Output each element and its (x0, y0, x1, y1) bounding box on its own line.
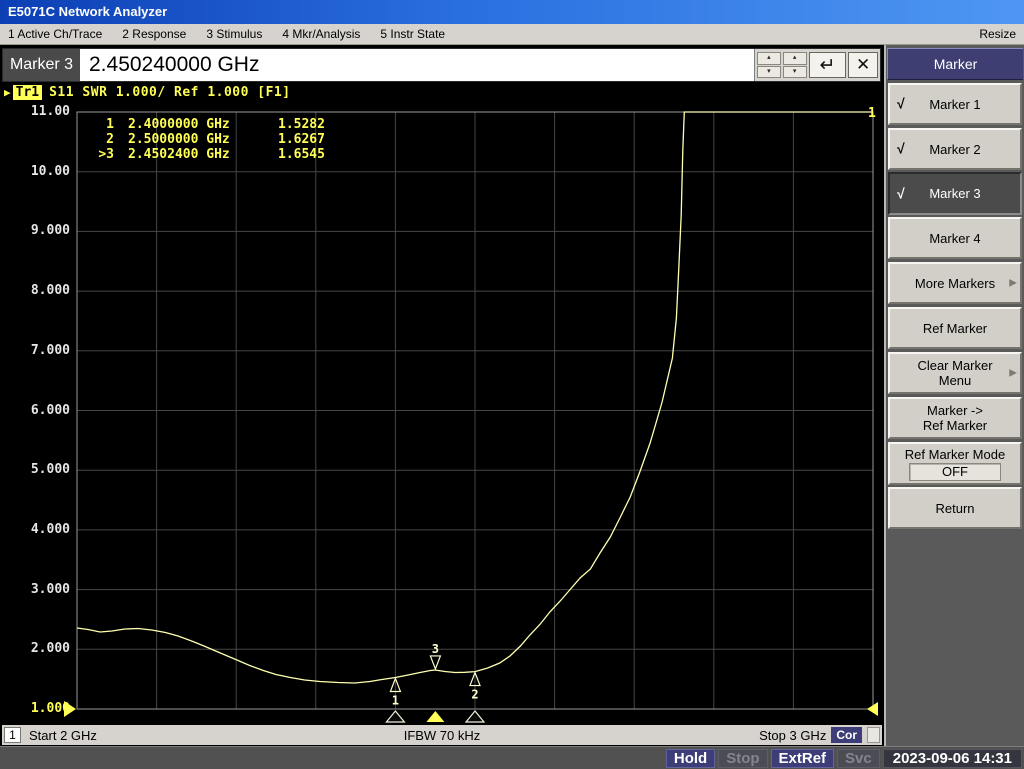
trace-status-line: ▶ Tr1 S11 SWR 1.000/ Ref 1.000 [F1] (4, 84, 291, 100)
reference-status-extref: ExtRef (770, 748, 835, 768)
softkey-menu-title: Marker (887, 48, 1023, 80)
marker-entry-bar: Marker 3 2.450240000 GHz ▴ ▾ ▴ ▾ ↵ ✕ (2, 48, 881, 82)
marker-row-frequency: 2.4000000 GHz (128, 117, 230, 132)
ifbw-label: IFBW 70 kHz (403, 727, 481, 743)
ref-level-arrow-left-icon (64, 701, 76, 717)
checkmark-icon: √ (897, 95, 905, 112)
active-trace-arrow-icon: ▶ (4, 85, 11, 99)
marker-symbol[interactable] (429, 655, 442, 671)
marker-stimulus-icon[interactable] (385, 710, 406, 723)
marker-number-label: 3 (432, 642, 439, 656)
menu-active-ch-trace[interactable]: 1 Active Ch/Trace (8, 27, 102, 41)
instrument-screen: Marker 3 2.450240000 GHz ▴ ▾ ▴ ▾ ↵ ✕ ▶ T… (0, 45, 884, 746)
channel-status-bar: 1 Start 2 GHz IFBW 70 kHz Stop 3 GHz Cor (2, 725, 882, 745)
softkey-label-line1: Marker -> (927, 403, 983, 418)
marker-row-value: 1.5282 (278, 117, 325, 132)
marker-row-number: >3 (98, 147, 114, 162)
menu-bar: 1 Active Ch/Trace 2 Response 3 Stimulus … (0, 24, 1024, 45)
softkey-label: Marker 2 (929, 141, 981, 157)
marker-table-row: 1 2.4000000 GHz 1.5282 (84, 117, 325, 132)
softkey-marker-3[interactable]: √ Marker 3 (888, 172, 1022, 215)
menu-resize[interactable]: Resize (979, 27, 1016, 41)
softkey-clear-marker-menu[interactable]: Clear Marker Menu ▶ (888, 352, 1022, 394)
fine-step-down-button[interactable]: ▾ (782, 65, 807, 78)
submenu-arrow-icon: ▶ (1009, 277, 1017, 289)
softkey-label: Return (935, 500, 975, 516)
fine-step-up-button[interactable]: ▴ (782, 52, 807, 65)
enter-icon: ↵ (819, 54, 836, 76)
marker-table-row: >3 2.4502400 GHz 1.6545 (84, 147, 325, 162)
softkey-label: Marker 1 (929, 96, 981, 112)
softkey-return[interactable]: Return (888, 487, 1022, 529)
trace-format-text: S11 SWR 1.000/ Ref 1.000 [F1] (49, 84, 291, 100)
title-bar: E5071C Network Analyzer (0, 0, 1024, 24)
softkey-label-line2: Menu (938, 373, 972, 388)
marker-table-row: 2 2.5000000 GHz 1.6267 (84, 132, 325, 147)
marker-row-number: 1 (106, 117, 114, 132)
softkey-ref-marker[interactable]: Ref Marker (888, 307, 1022, 349)
softkey-marker-to-ref-marker[interactable]: Marker -> Ref Marker (888, 397, 1022, 439)
entry-field-label: Marker 3 (3, 49, 80, 81)
marker-readout-table: 1 2.4000000 GHz 1.5282 2 2.5000000 GHz 1… (84, 117, 325, 162)
softkey-label-line1: Clear Marker (917, 358, 993, 373)
marker-row-frequency: 2.4502400 GHz (128, 147, 230, 162)
menu-mkr-analysis[interactable]: 4 Mkr/Analysis (282, 27, 360, 41)
close-icon: ✕ (855, 55, 871, 74)
softkey-more-markers[interactable]: More Markers ▶ (888, 262, 1022, 304)
marker-value-input[interactable]: 2.450240000 GHz (80, 49, 754, 81)
active-marker-stimulus-icon[interactable] (426, 711, 445, 722)
softkey-label-line1: Ref Marker Mode (904, 446, 1006, 462)
swr-plot: 11 23 (64, 106, 878, 723)
softkey-ref-marker-mode[interactable]: Ref Marker Mode OFF (888, 442, 1022, 485)
entry-close-button[interactable]: ✕ (848, 52, 878, 78)
softkey-label: Marker 4 (929, 230, 981, 246)
menu-instr-state[interactable]: 5 Instr State (380, 27, 445, 41)
softkey-marker-4[interactable]: Marker 4 (888, 217, 1022, 259)
trigger-status-hold: Hold (665, 748, 716, 768)
softkey-sidebar: Marker √ Marker 1 √ Marker 2 √ Marker 3 … (886, 45, 1024, 746)
softkey-label: More Markers (914, 275, 996, 291)
softkey-marker-1[interactable]: √ Marker 1 (888, 83, 1022, 125)
coarse-step-down-button[interactable]: ▾ (757, 65, 781, 78)
coarse-stepper: ▴ ▾ (757, 52, 781, 78)
trigger-status-stop: Stop (718, 748, 768, 768)
marker-stimulus-icon[interactable] (464, 710, 486, 723)
system-status-bar: Hold Stop ExtRef Svc 2023-09-06 14:31 (0, 746, 1024, 769)
marker-row-frequency: 2.5000000 GHz (128, 132, 230, 147)
checkmark-icon: √ (897, 185, 905, 201)
softkey-label: Marker 3 (929, 186, 981, 201)
marker-row-value: 1.6267 (278, 132, 325, 147)
swr-trace (76, 111, 872, 684)
window-title: E5071C Network Analyzer (8, 4, 168, 19)
marker-row-value: 1.6545 (278, 147, 325, 162)
marker-number-label: 1 (392, 693, 399, 707)
entry-controls: ▴ ▾ ▴ ▾ ↵ ✕ (754, 49, 880, 81)
menu-stimulus[interactable]: 3 Stimulus (206, 27, 262, 41)
coarse-step-up-button[interactable]: ▴ (757, 52, 781, 65)
checkmark-icon: √ (897, 140, 905, 157)
ref-marker-mode-value: OFF (909, 462, 1001, 481)
softkey-label: Ref Marker (922, 320, 988, 336)
softkey-marker-2[interactable]: √ Marker 2 (888, 128, 1022, 170)
menu-response[interactable]: 2 Response (122, 27, 186, 41)
submenu-arrow-icon: ▶ (1009, 367, 1017, 379)
marker-number-label: 2 (471, 688, 478, 702)
datetime-display: 2023-09-06 14:31 (882, 748, 1022, 768)
fine-stepper: ▴ ▾ (782, 52, 807, 78)
service-status-svc: Svc (837, 748, 880, 768)
trace-number-label: 1 (868, 106, 876, 121)
softkey-label-line2: Ref Marker (922, 418, 988, 433)
trace-badge[interactable]: Tr1 (12, 84, 43, 100)
entry-enter-button[interactable]: ↵ (808, 52, 847, 78)
marker-row-number: 2 (106, 132, 114, 147)
